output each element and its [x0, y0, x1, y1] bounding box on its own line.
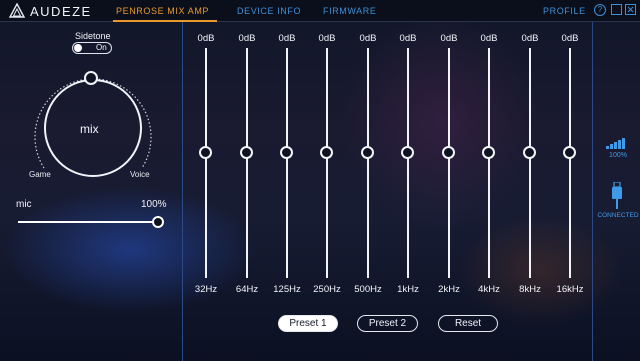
mic-label: mic — [16, 199, 32, 210]
band-gain: 0dB — [521, 33, 539, 44]
band-frequency: 32Hz — [194, 284, 218, 295]
band-frequency: 2kHz — [438, 284, 460, 295]
band-slider-thumb[interactable] — [280, 146, 293, 159]
window-restore-icon[interactable] — [611, 4, 622, 15]
band-slider-thumb[interactable] — [482, 146, 495, 159]
band-slider-track[interactable] — [326, 48, 328, 278]
band-frequency: 16kHz — [556, 284, 584, 295]
band-slider-thumb[interactable] — [442, 146, 455, 159]
band-slider-thumb[interactable] — [523, 146, 536, 159]
mic-value: 100% — [141, 199, 167, 210]
band-slider-track[interactable] — [569, 48, 571, 278]
band-slider-track[interactable] — [407, 48, 409, 278]
profile-link[interactable]: PROFILE — [543, 6, 586, 16]
band-gain: 0dB — [399, 33, 417, 44]
band-slider-thumb[interactable] — [563, 146, 576, 159]
equalizer-panel: 0dB 32Hz 0dB 64Hz 0dB 125Hz 0dB 250Hz 0d… — [182, 22, 593, 361]
band-gain: 0dB — [197, 33, 215, 44]
band-gain: 0dB — [318, 33, 336, 44]
toggle-knob — [74, 44, 82, 52]
band-gain: 0dB — [480, 33, 498, 44]
battery-level: 100% — [609, 152, 627, 159]
reset-button[interactable]: Reset — [438, 315, 498, 332]
preset-2-button[interactable]: Preset 2 — [357, 315, 418, 332]
signal-battery-icon — [606, 138, 625, 149]
tab-firmware[interactable]: FIRMWARE — [323, 6, 376, 16]
band-gain: 0dB — [440, 33, 458, 44]
band-slider-track[interactable] — [488, 48, 490, 278]
audeze-logo-icon — [9, 3, 25, 18]
band-frequency: 125Hz — [273, 284, 301, 295]
mic-slider-thumb[interactable] — [152, 216, 164, 228]
band-slider-thumb[interactable] — [320, 146, 333, 159]
top-bar: AUDEZE PENROSE MIX AMP DEVICE INFO FIRMW… — [0, 0, 640, 22]
band-gain: 0dB — [238, 33, 256, 44]
connection-status: CONNECTED — [597, 212, 639, 219]
dial-game-label: Game — [29, 170, 51, 179]
band-slider-track[interactable] — [205, 48, 207, 278]
usb-connected-icon — [612, 182, 622, 209]
band-slider-thumb[interactable] — [361, 146, 374, 159]
window-close-icon[interactable] — [625, 4, 636, 15]
sidetone-label: Sidetone — [75, 31, 111, 41]
brand-name: AUDEZE — [30, 4, 92, 19]
mic-slider-track[interactable] — [18, 221, 158, 223]
help-icon[interactable]: ? — [594, 4, 606, 16]
band-slider-track[interactable] — [246, 48, 248, 278]
band-frequency: 250Hz — [313, 284, 341, 295]
tab-penrose-mix-amp[interactable]: PENROSE MIX AMP — [116, 6, 209, 16]
band-slider-thumb[interactable] — [240, 146, 253, 159]
band-frequency: 8kHz — [519, 284, 541, 295]
preset-1-button[interactable]: Preset 1 — [278, 315, 338, 332]
band-frequency: 500Hz — [354, 284, 382, 295]
band-slider-track[interactable] — [286, 48, 288, 278]
band-slider-track[interactable] — [367, 48, 369, 278]
sidetone-toggle[interactable]: On — [72, 42, 112, 54]
band-slider-track[interactable] — [448, 48, 450, 278]
band-gain: 0dB — [359, 33, 377, 44]
sidetone-state: On — [96, 43, 107, 52]
band-slider-thumb[interactable] — [401, 146, 414, 159]
band-slider-thumb[interactable] — [199, 146, 212, 159]
band-frequency: 64Hz — [235, 284, 259, 295]
dial-label: mix — [80, 122, 99, 136]
tab-device-info[interactable]: DEVICE INFO — [237, 6, 301, 16]
band-frequency: 1kHz — [397, 284, 419, 295]
band-frequency: 4kHz — [478, 284, 500, 295]
band-gain: 0dB — [278, 33, 296, 44]
band-gain: 0dB — [561, 33, 579, 44]
dial-thumb[interactable] — [84, 71, 98, 85]
band-slider-track[interactable] — [529, 48, 531, 278]
dial-voice-label: Voice — [130, 170, 150, 179]
